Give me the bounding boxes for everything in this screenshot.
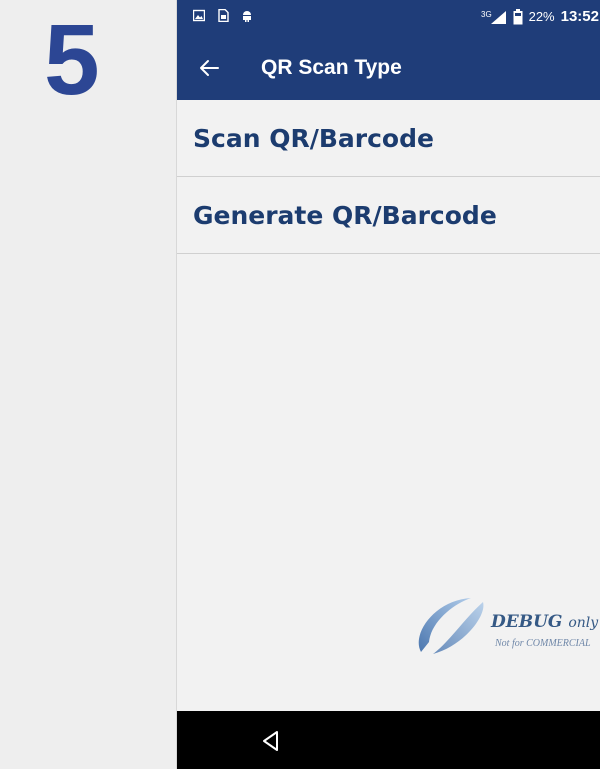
status-system-indicators: 3G 22% 13:52 (481, 8, 599, 25)
scan-type-menu: Scan QR/Barcode Generate QR/Barcode (177, 100, 600, 254)
status-notification-icons (193, 9, 253, 22)
sim-card-icon (218, 9, 229, 22)
svg-text:3G: 3G (481, 10, 492, 19)
android-icon (243, 11, 251, 22)
battery-icon (513, 8, 523, 24)
step-number: 5 (44, 4, 100, 116)
watermark-logo (418, 598, 484, 654)
phone-screen: 3G 22% 13:52 QR Scan Type Scan QR/Barcod… (176, 0, 600, 769)
signal-icon: 3G (481, 10, 506, 24)
back-button[interactable] (195, 54, 223, 82)
image-icon (193, 9, 205, 22)
debug-watermark: DEBUG only Not for COMMERCIAL (413, 594, 600, 664)
triangle-back-icon[interactable] (259, 729, 283, 753)
page-title: QR Scan Type (261, 56, 402, 79)
watermark-debug-text: DEBUG only (491, 612, 599, 632)
status-time: 13:52 (560, 8, 599, 25)
generate-qr-barcode-item[interactable]: Generate QR/Barcode (177, 177, 600, 254)
watermark-commercial-text: Not for COMMERCIAL (495, 638, 591, 649)
arrow-left-icon (200, 60, 219, 76)
battery-percent: 22% (528, 9, 555, 24)
app-bar: QR Scan Type (177, 36, 600, 100)
status-bar: 3G 22% 13:52 (177, 0, 600, 36)
scan-qr-barcode-item[interactable]: Scan QR/Barcode (177, 100, 600, 177)
navigation-bar (177, 711, 600, 769)
